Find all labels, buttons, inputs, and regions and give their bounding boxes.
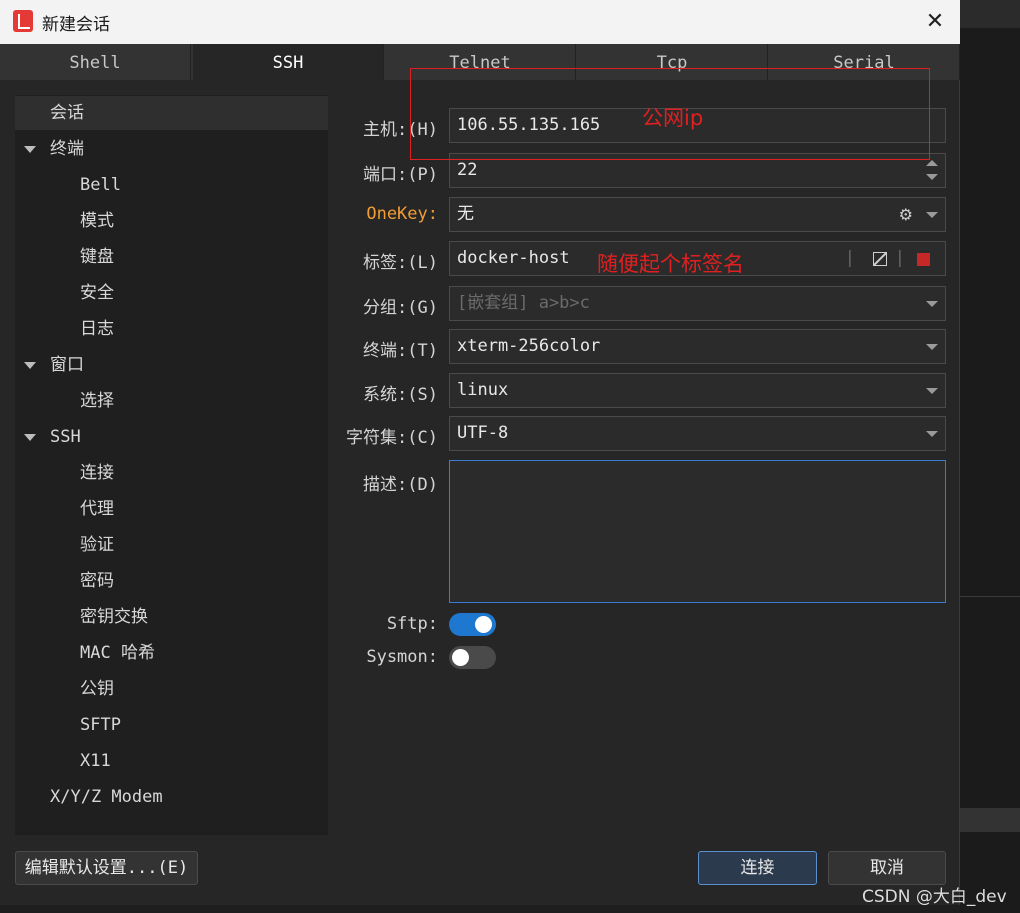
description-textarea[interactable] xyxy=(449,460,946,603)
background-toolbar xyxy=(960,0,1020,28)
tree-item-log[interactable]: 日志 xyxy=(80,312,114,346)
tag-value: docker-host xyxy=(457,248,570,268)
background-statusbar xyxy=(960,808,1020,832)
tree-item-security[interactable]: 安全 xyxy=(80,276,114,310)
background-app xyxy=(960,0,1020,913)
sysmon-label: Sysmon: xyxy=(366,647,438,667)
charset-select[interactable]: UTF-8 xyxy=(449,416,946,451)
close-button[interactable]: ✕ xyxy=(918,6,952,38)
spin-down-icon[interactable] xyxy=(926,174,938,180)
settings-tree: 会话 终端 Bell 模式 键盘 安全 日志 窗口 选择 SSH 连接 代理 验… xyxy=(15,95,328,835)
tree-item-x11[interactable]: X11 xyxy=(80,744,111,778)
chevron-down-icon[interactable] xyxy=(926,344,938,350)
separator: | xyxy=(894,248,905,268)
description-label: 描述:(D) xyxy=(363,475,438,495)
tree-item-bell[interactable]: Bell xyxy=(80,168,121,202)
terminal-label: 终端:(T) xyxy=(363,341,438,361)
tree-item-xyz-modem[interactable]: X/Y/Z Modem xyxy=(50,780,163,814)
app-logo-icon xyxy=(13,10,33,32)
tree-item-session[interactable]: 会话 xyxy=(15,96,328,130)
tree-item-cipher[interactable]: 密码 xyxy=(80,564,114,598)
tree-item-window[interactable]: 窗口 xyxy=(50,348,84,382)
tree-item-keyboard[interactable]: 键盘 xyxy=(80,240,114,274)
terminal-value: xterm-256color xyxy=(457,336,601,356)
expand-caret-icon[interactable] xyxy=(24,434,36,441)
cancel-button[interactable]: 取消 xyxy=(828,851,946,885)
sftp-label: Sftp: xyxy=(386,614,438,634)
clear-color-icon[interactable] xyxy=(872,252,887,266)
tree-item-ssh[interactable]: SSH xyxy=(50,420,81,454)
tree-item-terminal[interactable]: 终端 xyxy=(50,132,84,166)
tree-item-mode[interactable]: 模式 xyxy=(80,204,114,238)
sysmon-toggle[interactable] xyxy=(449,646,496,669)
expand-caret-icon[interactable] xyxy=(24,146,36,153)
toggle-knob xyxy=(452,649,469,666)
system-value: linux xyxy=(457,380,509,400)
onekey-select[interactable]: 无 ⚙ xyxy=(449,197,946,232)
group-select[interactable]: [嵌套组] a>b>c xyxy=(449,286,946,321)
onekey-label: OneKey: xyxy=(366,204,438,224)
charset-label: 字符集:(C) xyxy=(346,428,438,448)
background-divider xyxy=(960,596,1020,597)
edit-defaults-button[interactable]: 编辑默认设置...(E) xyxy=(15,851,198,885)
tag-color-swatch[interactable] xyxy=(917,253,930,266)
sftp-toggle[interactable] xyxy=(449,613,496,636)
window-title: 新建会话 xyxy=(42,15,110,35)
connect-button[interactable]: 连接 xyxy=(698,851,817,885)
annotation-tag-note: 随便起个标签名 xyxy=(597,252,744,276)
spin-up-icon[interactable] xyxy=(926,160,938,166)
chevron-down-icon[interactable] xyxy=(926,388,938,394)
tab-ssh[interactable]: SSH xyxy=(193,44,384,80)
port-value: 22 xyxy=(457,160,478,180)
system-label: 系统:(S) xyxy=(363,385,438,405)
title-bar: 新建会话 ✕ xyxy=(0,0,960,44)
terminal-select[interactable]: xterm-256color xyxy=(449,329,946,364)
annotation-host-note: 公网ip xyxy=(642,106,704,130)
charset-value: UTF-8 xyxy=(457,423,509,443)
tree-item-mac[interactable]: MAC 哈希 xyxy=(80,636,155,670)
group-placeholder: [嵌套组] a>b>c xyxy=(457,293,590,313)
port-label: 端口:(P) xyxy=(363,165,438,185)
tree-item-kex[interactable]: 密钥交换 xyxy=(80,600,148,634)
tree-item-selection[interactable]: 选择 xyxy=(80,384,114,418)
chevron-down-icon[interactable] xyxy=(926,301,938,307)
tag-label: 标签:(L) xyxy=(363,253,438,273)
chevron-down-icon[interactable] xyxy=(926,431,938,437)
tree-item-public-key[interactable]: 公钥 xyxy=(80,672,114,706)
tree-item-sftp[interactable]: SFTP xyxy=(80,708,121,742)
system-select[interactable]: linux xyxy=(449,373,946,408)
separator: | xyxy=(844,248,855,268)
expand-caret-icon[interactable] xyxy=(24,362,36,369)
onekey-value: 无 xyxy=(457,204,474,224)
tree-item-connection[interactable]: 连接 xyxy=(80,456,114,490)
watermark: CSDN @大白_dev xyxy=(862,887,1007,907)
tree-item-proxy[interactable]: 代理 xyxy=(80,492,114,526)
chevron-down-icon[interactable] xyxy=(926,212,938,218)
toggle-knob xyxy=(475,616,492,633)
tree-item-auth[interactable]: 验证 xyxy=(80,528,114,562)
tab-shell[interactable]: Shell xyxy=(0,44,191,80)
gear-icon[interactable]: ⚙ xyxy=(899,198,913,231)
group-label: 分组:(G) xyxy=(363,298,438,318)
